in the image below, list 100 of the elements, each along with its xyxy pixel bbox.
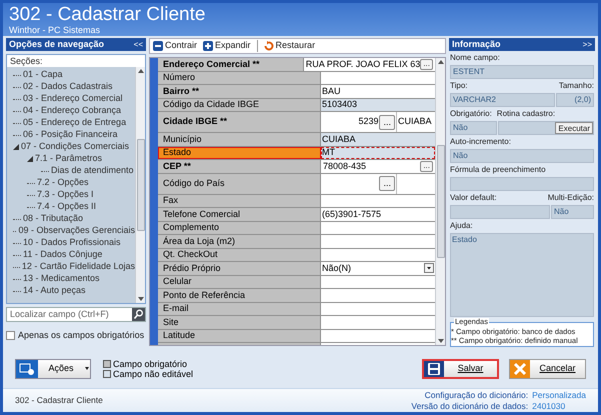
info-title: Informação [452,38,501,51]
field-value[interactable]: RUA PROF. JOAO FELIX 63 ... [304,58,435,70]
field-label[interactable]: Ponto de Referência [158,289,321,302]
info-label: Multi-Edição: [548,192,594,204]
toolbar-button[interactable]: Contrair [153,39,198,53]
tree-item[interactable]: 05 - Endereço de Entrega [23,116,126,130]
window-subtitle: Winthor - PC Sistemas [9,24,102,34]
info-field: Não [450,121,497,135]
ellipsis-button[interactable]: ... [420,160,433,172]
close-icon [510,360,530,378]
tree-item[interactable]: 7.1 - Parâmetros [35,152,102,166]
info-field: VARCHAR2 [450,93,555,107]
toolbar-button[interactable]: Restaurar [264,39,316,53]
collapse-button[interactable]: << [134,38,143,50]
field-label[interactable]: Código do País [158,174,321,194]
checkbox[interactable] [6,331,15,340]
tree-item[interactable]: Dias de atendimento [51,164,134,178]
tree-item[interactable]: 7.2 - Opções [37,176,89,190]
window-title: 302 - Cadastrar Cliente [9,4,206,24]
cancel-button[interactable]: Cancelar [509,359,586,379]
field-label[interactable]: Código da Cidade IBGE [158,98,321,111]
field-value[interactable]: 78008-435 ... [321,160,435,172]
field-label[interactable]: Estado [158,146,321,159]
status-label: Versão do dicionário de dados: [411,400,528,412]
save-button[interactable]: Salvar [422,359,499,379]
field-label[interactable]: Bairro ** [158,85,321,98]
field-label[interactable]: CEP ** [158,160,321,172]
search-field[interactable]: Localizar campo (Ctrl+F) [6,307,146,322]
tree-item[interactable]: 01 - Capa [23,68,63,82]
info-label: Nome campo: [450,52,501,64]
ellipsis-button[interactable]: ... [379,176,395,191]
minus-icon [153,41,163,51]
status-value: 2401030 [532,400,566,412]
legend-label: Campo não editável [113,369,194,379]
info-label: Obrigatório: [450,108,492,120]
field-label[interactable]: Endereço Comercial ** [158,58,304,70]
info-label: Valor default: [450,192,497,204]
field-value[interactable]: MT [321,146,435,159]
help-text: Estado [450,233,594,317]
field-label[interactable]: Prédio Próprio [158,262,321,274]
tree-item[interactable]: 04 - Endereço Cobrança [23,104,122,118]
ellipsis-button[interactable]: ... [420,58,433,70]
field-label[interactable]: Site [158,316,321,328]
scroll-bar[interactable] [135,67,145,303]
toolbar-button[interactable]: Expandir [203,39,251,53]
ellipsis-button[interactable]: ... [379,114,395,130]
info-label: Tamanho: [558,80,594,92]
info-field: Não [450,149,594,163]
legend-swatch [103,360,111,368]
field-label[interactable]: Celular [158,276,321,288]
field-value[interactable]: CUIABA [321,133,435,146]
list-gear-icon [16,360,38,378]
execute-button[interactable]: Executar [555,122,593,134]
tree-item[interactable]: 7.4 - Opções II [37,200,96,214]
tree-item[interactable]: 07 - Condições Comerciais [21,140,130,154]
tree-item[interactable]: 10 - Dados Profissionais [23,236,121,250]
field-label[interactable]: Município [158,133,321,146]
info-field: ESTENT [450,65,594,79]
expand-triangle-icon[interactable] [13,144,19,150]
sections-label: Seções: [9,55,44,67]
info-field: (2,0) [556,93,594,107]
scroll-bar[interactable] [435,58,445,345]
field-label[interactable]: Área da Loja (m2) [158,235,321,248]
status-value: Personalizada [532,390,586,400]
tree-item[interactable]: 03 - Endereço Comercial [23,92,123,106]
field-value[interactable]: 5103403 [321,98,435,111]
field-label[interactable]: Latitude [158,330,321,342]
tree-item[interactable]: 11 - Dados Cônjuge [23,248,102,262]
info-label: Auto-incremento: [450,136,512,148]
nav-title: Opções de navegação [9,38,104,51]
expand-triangle-icon[interactable] [27,156,33,162]
field-label[interactable]: Fax [158,194,321,207]
field-label[interactable]: Número [158,72,321,84]
dropdown-field[interactable]: Não(N) [321,262,435,274]
checkbox-label: Apenas os campos obrigatórios [18,329,144,342]
tree-item[interactable]: 7.3 - Opções I [37,188,94,202]
field-label[interactable]: Qt. CheckOut [158,248,321,261]
tree-item[interactable]: 08 - Tributação [23,212,84,226]
tree-item[interactable]: 09 - Observações Gerenciais [18,224,135,238]
tree-item[interactable]: 12 - Cartão Fidelidade Lojas [22,260,135,274]
tree-item[interactable]: 02 - Dados Cadastrais [23,80,113,94]
tree-item[interactable]: 13 - Medicamentos [23,272,100,286]
tree-item[interactable]: 14 - Auto peças [23,284,86,298]
info-label: Fórmula de preenchimento [450,164,547,176]
field-label[interactable]: E-mail [158,302,321,315]
info-label: Rotina cadastro: [496,108,556,120]
info-label: Ajuda: [450,220,474,232]
search-icon[interactable] [132,308,145,321]
field-label[interactable]: Complemento [158,222,321,234]
legend-label: Campo obrigatório [113,359,188,369]
status-text: 302 - Cadastrar Cliente [15,394,103,407]
status-label: Configuração do dicionário: [424,390,528,400]
expand-button[interactable]: >> [582,38,592,50]
field-label[interactable]: Telefone Comercial [158,208,321,220]
plus-icon [203,41,214,51]
refresh-icon [264,41,274,51]
tree-item[interactable]: 06 - Posição Financeira [23,128,118,142]
info-field: Não [551,205,594,219]
actions-button[interactable]: Ações [15,359,91,379]
field-label[interactable]: Cidade IBGE ** [158,112,321,132]
